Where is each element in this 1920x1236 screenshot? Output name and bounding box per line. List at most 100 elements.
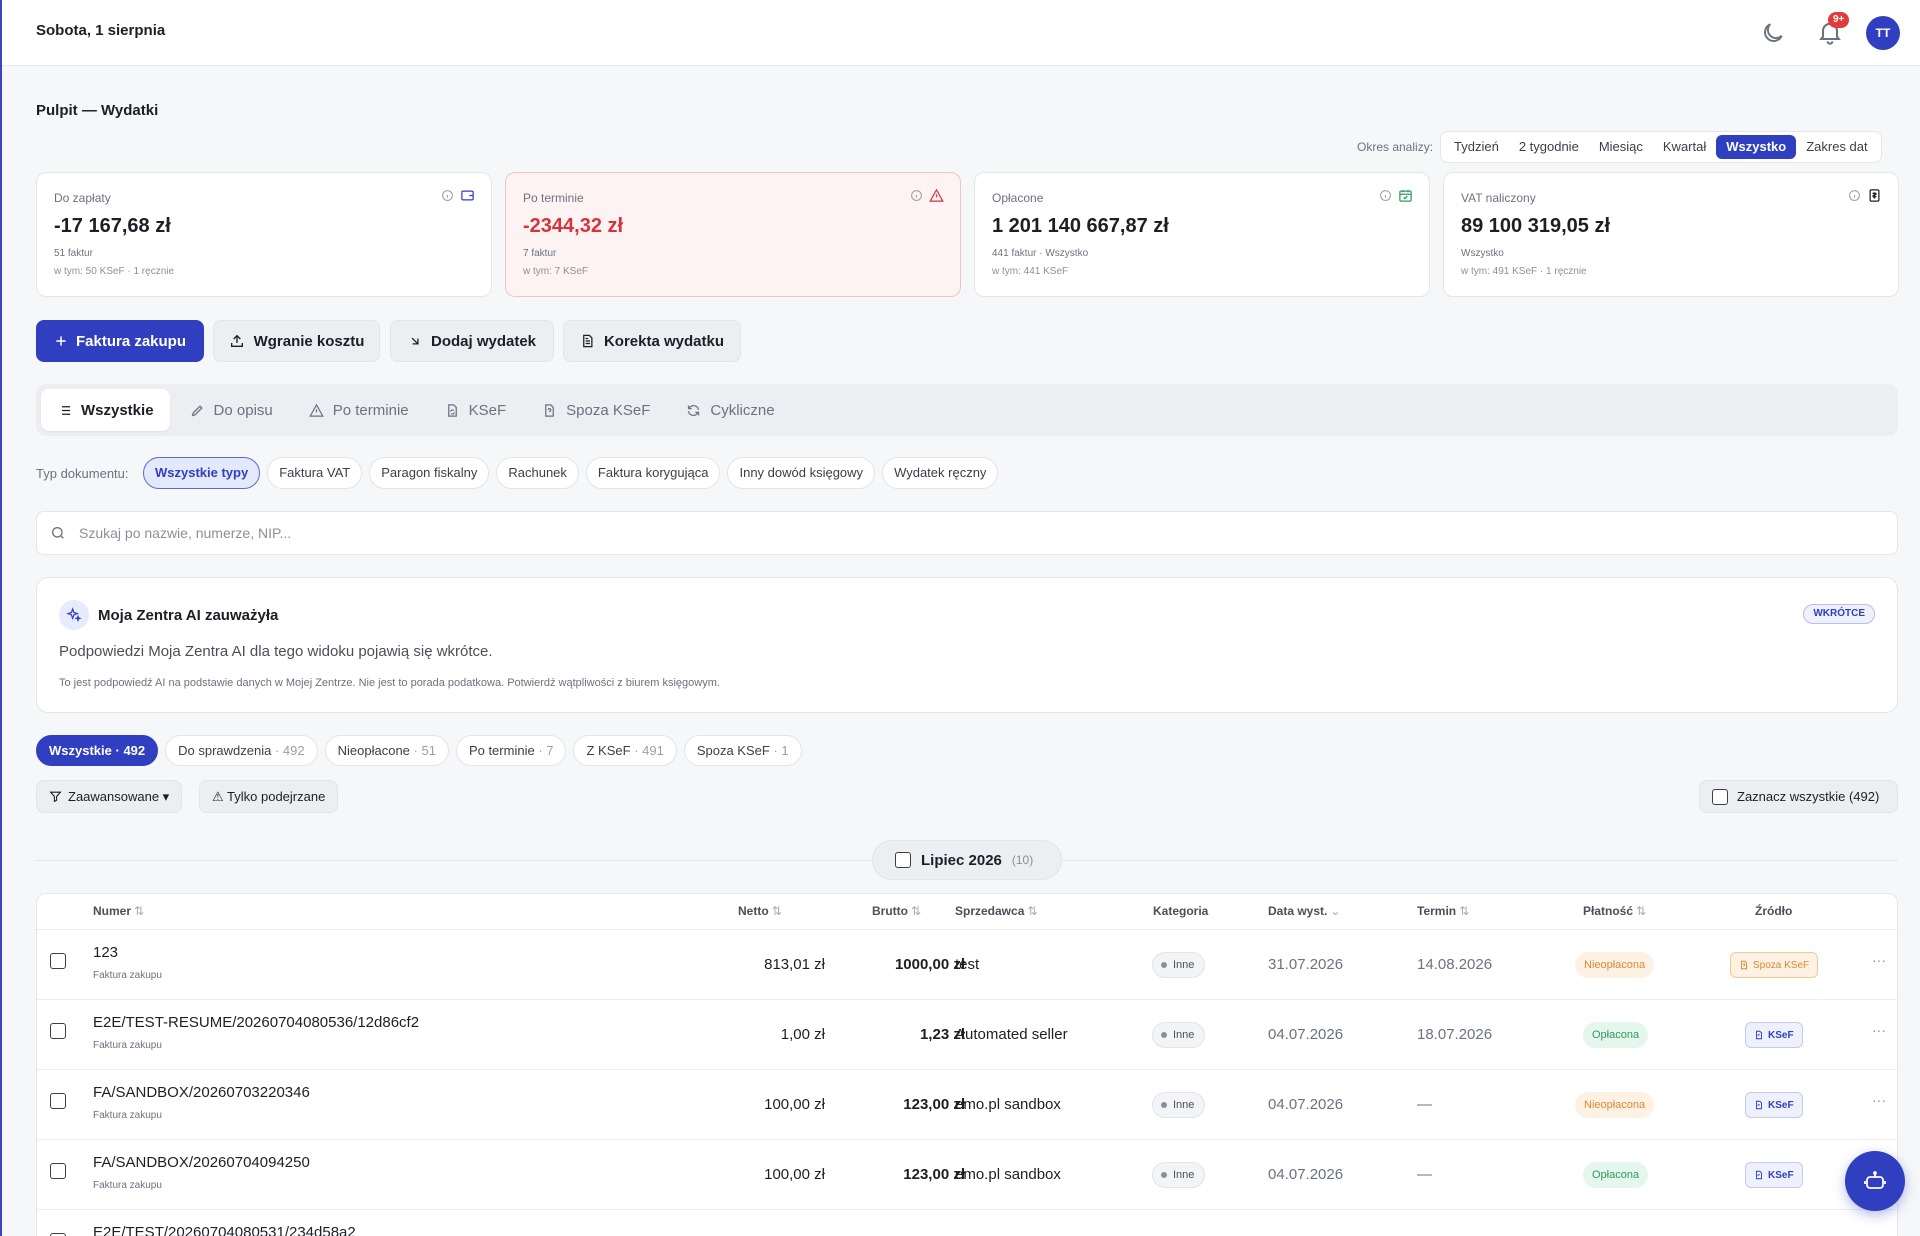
month-group-header[interactable]: Lipiec 2026 (10) [872, 840, 1062, 880]
advanced-filter-button[interactable]: Zaawansowane ▾ [36, 780, 183, 813]
status-to-check[interactable]: Do sprawdzenia · 492 [165, 735, 318, 766]
payment-status: Nieopłacona [1575, 952, 1655, 978]
expense-correction-button[interactable]: Korekta wydatku [563, 320, 741, 362]
upload-cost-button[interactable]: Wgranie kosztu [213, 320, 380, 362]
category-badge[interactable]: Inne [1152, 1162, 1206, 1188]
month-checkbox[interactable] [895, 852, 911, 868]
invoice-number[interactable]: FA/SANDBOX/20260703220346 [93, 1084, 310, 1101]
status-all[interactable]: Wszystkie · 492 [36, 735, 159, 766]
doc-type-manual[interactable]: Wydatek ręczny [882, 457, 999, 489]
invoice-number[interactable]: E2E/TEST-RESUME/20260704080536/12d86cf2 [93, 1014, 419, 1031]
file-sync-icon [1756, 1170, 1762, 1180]
doc-type-bill[interactable]: Rachunek [496, 457, 579, 489]
card-subtext: 7 faktur [523, 248, 557, 259]
tab-ksef[interactable]: KSeF [429, 389, 523, 431]
tab-overdue[interactable]: Po terminie [293, 389, 425, 431]
doc-type-other[interactable]: Inny dowód księgowy [727, 457, 876, 489]
table-row[interactable]: FA/SANDBOX/20260704094250 Faktura zakupu… [37, 1140, 1897, 1210]
status-label: Wszystkie [49, 743, 112, 758]
issue-date: 04.07.2026 [1268, 1026, 1344, 1043]
row-checkbox[interactable] [50, 1163, 66, 1179]
select-all-checkbox[interactable] [1712, 788, 1728, 805]
moon-icon[interactable] [1760, 20, 1786, 46]
assistant-bot-button[interactable] [1845, 1151, 1905, 1211]
payment-status: Opłacona [1583, 1162, 1649, 1188]
doc-type-all[interactable]: Wszystkie typy [143, 457, 261, 489]
card-value: -17 167,68 zł [54, 215, 171, 237]
info-icon[interactable] [1379, 189, 1392, 202]
period-month[interactable]: Miesiąc [1589, 135, 1653, 159]
status-outside-ksef[interactable]: Spoza KSeF · 1 [683, 735, 802, 766]
avatar[interactable]: TT [1866, 16, 1900, 50]
tab-all[interactable]: Wszystkie [41, 389, 170, 431]
col-issue-date[interactable]: Data wyst. ⌄ [1268, 904, 1340, 918]
card-vat[interactable]: VAT naliczony 89 100 319,05 zł Wszystko … [1443, 172, 1899, 297]
source-badge: KSeF [1745, 1162, 1803, 1188]
card-to-pay[interactable]: Do zapłaty -17 167,68 zł 51 faktur w tym… [36, 172, 492, 297]
col-due-date[interactable]: Termin ⇅ [1417, 904, 1469, 918]
period-label: Okres analizy: [1357, 140, 1434, 154]
status-count: · 492 [274, 743, 305, 758]
col-source[interactable]: Źródło [1755, 904, 1792, 918]
card-subtext: 441 faktur · Wszystko [992, 248, 1089, 259]
col-seller[interactable]: Sprzedawca ⇅ [955, 904, 1037, 918]
info-icon[interactable] [910, 189, 923, 202]
info-icon[interactable] [441, 189, 454, 202]
table-row[interactable]: E2E/TEST-RESUME/20260704080536/12d86cf2 … [37, 1000, 1897, 1070]
period-all[interactable]: Wszystko [1716, 135, 1797, 159]
row-menu-icon[interactable]: ··· [1872, 952, 1886, 968]
suspicious-only-button[interactable]: ⚠ Tylko podejrzane [199, 780, 339, 813]
row-menu-icon[interactable]: ··· [1872, 1092, 1886, 1108]
search-input[interactable] [79, 512, 1879, 554]
issue-date: 04.07.2026 [1268, 1096, 1344, 1113]
invoice-number[interactable]: 123 [93, 944, 118, 961]
tab-outside-ksef[interactable]: Spoza KSeF [526, 389, 666, 431]
add-purchase-invoice-button[interactable]: Faktura zakupu [36, 320, 204, 362]
seller-name: emo.pl sandbox [955, 1166, 1061, 1183]
card-subtext: 51 faktur [54, 248, 93, 259]
select-all-button[interactable]: Zaznacz wszystkie (492) [1699, 780, 1898, 813]
card-paid[interactable]: Opłacone 1 201 140 667,87 zł 441 faktur … [974, 172, 1430, 297]
search-box [36, 511, 1898, 555]
due-date: 18.07.2026 [1417, 1026, 1493, 1043]
col-netto[interactable]: Netto ⇅ [738, 904, 782, 918]
table-row[interactable]: FA/SANDBOX/20260703220346 Faktura zakupu… [37, 1070, 1897, 1140]
period-2-weeks[interactable]: 2 tygodnie [1509, 135, 1589, 159]
add-expense-button[interactable]: Dodaj wydatek [390, 320, 554, 362]
col-category[interactable]: Kategoria [1153, 904, 1208, 918]
card-label: Do zapłaty [54, 191, 111, 205]
period-quarter[interactable]: Kwartał [1653, 135, 1716, 159]
card-subtext-detail: w tym: 50 KSeF · 1 ręcznie [54, 266, 175, 277]
category-badge[interactable]: Inne [1152, 952, 1206, 978]
row-checkbox[interactable] [50, 1023, 66, 1039]
status-from-ksef[interactable]: Z KSeF · 491 [573, 735, 677, 766]
file-question-icon [1741, 960, 1747, 970]
tab-recurring[interactable]: Cykliczne [670, 389, 790, 431]
button-label: ⚠ Tylko podejrzane [212, 788, 326, 804]
card-overdue[interactable]: Po terminie -2344,32 zł 7 faktur w tym: … [505, 172, 961, 297]
row-checkbox[interactable] [50, 953, 66, 969]
sort-icon: ⇅ [134, 904, 145, 918]
info-icon[interactable] [1848, 189, 1861, 202]
doc-type-correction[interactable]: Faktura korygująca [585, 457, 721, 489]
invoice-number[interactable]: FA/SANDBOX/20260704094250 [93, 1154, 310, 1171]
doc-type-receipt[interactable]: Paragon fiskalny [369, 457, 490, 489]
period-week[interactable]: Tydzień [1444, 135, 1509, 159]
category-badge[interactable]: Inne [1152, 1022, 1206, 1048]
col-number[interactable]: Numer ⇅ [93, 904, 144, 918]
doc-type-vat-invoice[interactable]: Faktura VAT [267, 457, 363, 489]
status-overdue[interactable]: Po terminie · 7 [455, 735, 567, 766]
period-date-range[interactable]: Zakres dat [1796, 135, 1877, 159]
status-count: · 1 [773, 743, 789, 758]
tab-to-describe[interactable]: Do opisu [174, 389, 289, 431]
status-unpaid[interactable]: Nieopłacone · 51 [324, 735, 449, 766]
table-row[interactable]: 123 Faktura zakupu 813,01 zł 1000,00 zł … [37, 930, 1897, 1000]
table-row[interactable]: E2E/TEST/20260704080531/234d58a2 [37, 1210, 1897, 1236]
row-checkbox[interactable] [50, 1093, 66, 1109]
row-menu-icon[interactable]: ··· [1872, 1022, 1886, 1038]
invoice-number[interactable]: E2E/TEST/20260704080531/234d58a2 [93, 1224, 356, 1236]
col-payment[interactable]: Płatność ⇅ [1583, 904, 1646, 918]
upload-icon [230, 334, 243, 347]
col-brutto[interactable]: Brutto ⇅ [872, 904, 921, 918]
category-badge[interactable]: Inne [1152, 1092, 1206, 1118]
